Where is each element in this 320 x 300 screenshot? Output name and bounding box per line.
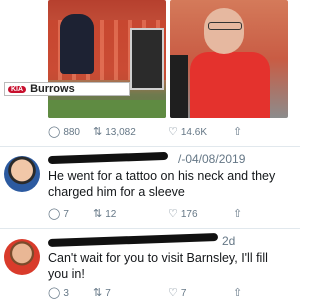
like-button[interactable]: ♡ 14.6K <box>168 125 233 138</box>
media-photo-stadium[interactable] <box>48 0 166 118</box>
heart-icon: ♡ <box>168 125 178 138</box>
retweet-button[interactable]: ⇅ 13,082 <box>93 125 168 138</box>
person-figure <box>60 14 94 74</box>
reply-button[interactable]: ◯ 3 <box>48 286 93 299</box>
reply-count: 880 <box>63 126 80 138</box>
divider <box>0 146 300 147</box>
background-figure <box>170 55 188 118</box>
tweet-text: He went for a tattoo on his neck and the… <box>48 169 276 199</box>
share-icon: ⇧ <box>233 286 243 299</box>
divider <box>0 228 300 229</box>
like-button[interactable]: ♡ 7 <box>168 286 233 299</box>
retweet-button[interactable]: ⇅ 7 <box>93 286 168 299</box>
reply-actions: ◯ 7 ⇅ 12 ♡ 176 ⇧ <box>48 207 288 221</box>
retweet-count: 12 <box>105 208 117 220</box>
retweet-button[interactable]: ⇅ 12 <box>93 207 168 220</box>
heart-icon: ♡ <box>168 207 178 220</box>
tunnel-door <box>130 28 164 90</box>
avatar[interactable] <box>4 156 40 192</box>
media-photo-fan[interactable] <box>170 0 288 118</box>
share-button[interactable]: ⇧ <box>233 125 253 138</box>
like-count: 7 <box>180 287 187 299</box>
glasses <box>208 22 242 30</box>
share-icon: ⇧ <box>233 207 243 220</box>
board-text: Burrows <box>30 83 75 95</box>
share-button[interactable]: ⇧ <box>233 207 253 220</box>
redacted-username <box>47 151 169 165</box>
kia-logo: KIA <box>8 85 27 93</box>
red-shirt <box>190 52 270 118</box>
retweet-icon: ⇅ <box>93 207 103 220</box>
reply-icon: ◯ <box>48 125 61 138</box>
retweet-count: 7 <box>105 287 111 299</box>
heart-icon: ♡ <box>168 286 178 299</box>
tweet-date: 2d <box>222 234 236 248</box>
retweet-icon: ⇅ <box>93 286 103 299</box>
face <box>204 8 244 54</box>
redacted-username <box>47 233 219 247</box>
share-icon: ⇧ <box>233 125 243 138</box>
reply-icon: ◯ <box>48 207 61 220</box>
retweet-icon: ⇅ <box>93 125 103 138</box>
like-count: 14.6K <box>180 126 208 138</box>
avatar[interactable] <box>4 239 40 275</box>
reply-count: 3 <box>63 287 69 299</box>
main-tweet-actions: ◯ 880 ⇅ 13,082 ♡ 14.6K ⇧ <box>48 125 288 139</box>
reply-button[interactable]: ◯ 880 <box>48 125 93 138</box>
tweet-text: Can't wait for you to visit Barnsley, I'… <box>48 251 268 281</box>
share-button[interactable]: ⇧ <box>233 286 253 299</box>
reply-count: 7 <box>63 208 69 220</box>
reply-actions: ◯ 3 ⇅ 7 ♡ 7 ⇧ <box>48 286 288 300</box>
tweet-media[interactable]: KIA Burrows <box>0 0 300 118</box>
reply-icon: ◯ <box>48 286 61 299</box>
advertising-board: KIA Burrows <box>4 82 130 96</box>
retweet-count: 13,082 <box>105 126 136 138</box>
pitch-grass <box>48 100 166 118</box>
reply-button[interactable]: ◯ 7 <box>48 207 93 220</box>
like-button[interactable]: ♡ 176 <box>168 207 233 220</box>
like-count: 176 <box>180 208 198 220</box>
tweet-date: /-04/08/2019 <box>178 152 246 166</box>
